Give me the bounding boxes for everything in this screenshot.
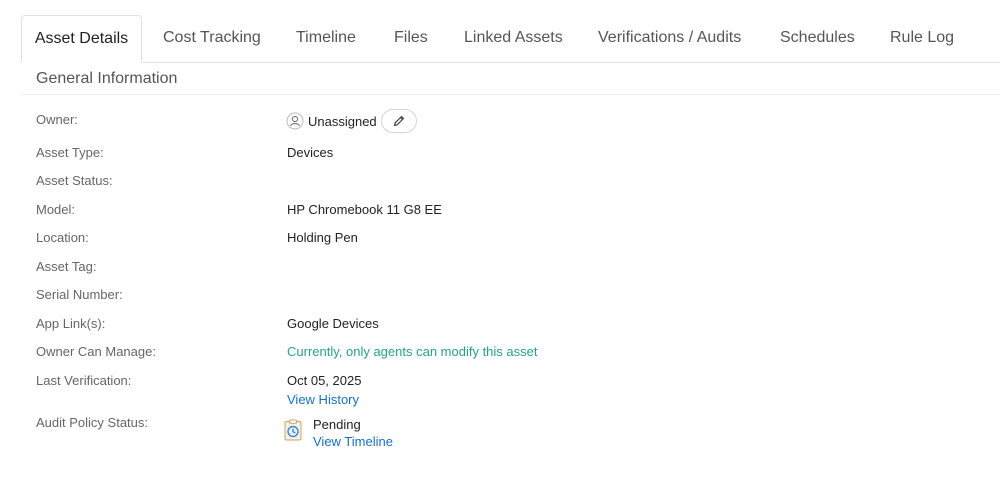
- clipboard-clock-icon: [284, 419, 302, 441]
- owner-value-group: Unassigned: [286, 109, 417, 133]
- audit-policy-status-label: Audit Policy Status:: [36, 415, 148, 430]
- pencil-icon: [392, 114, 406, 128]
- owner-value: Unassigned: [308, 113, 377, 129]
- section-title: General Information: [36, 70, 178, 87]
- view-timeline-link[interactable]: View Timeline: [313, 434, 393, 449]
- model-label: Model:: [36, 202, 76, 217]
- last-verification-label: Last Verification:: [36, 373, 132, 388]
- tab-schedules[interactable]: Schedules: [780, 15, 855, 61]
- tab-bar: Asset Details Cost Tracking Timeline Fil…: [20, 15, 1000, 63]
- view-history-link[interactable]: View History: [287, 392, 359, 407]
- owner-label: Owner:: [36, 112, 78, 127]
- last-verification-value: Oct 05, 2025: [287, 373, 362, 388]
- asset-type-label: Asset Type:: [36, 145, 104, 160]
- tab-rule-log[interactable]: Rule Log: [890, 15, 954, 61]
- tab-verifications-audits[interactable]: Verifications / Audits: [598, 15, 741, 61]
- tab-asset-details[interactable]: Asset Details: [21, 15, 142, 63]
- location-label: Location:: [36, 230, 89, 245]
- audit-policy-status-value: Pending: [313, 417, 361, 432]
- section-divider: [22, 94, 1000, 95]
- tab-linked-assets[interactable]: Linked Assets: [464, 15, 563, 61]
- tab-timeline[interactable]: Timeline: [296, 15, 356, 61]
- model-value: HP Chromebook 11 G8 EE: [287, 202, 442, 217]
- location-value: Holding Pen: [287, 230, 358, 245]
- user-icon: [286, 112, 304, 130]
- asset-tag-label: Asset Tag:: [36, 259, 97, 274]
- serial-number-label: Serial Number:: [36, 287, 123, 302]
- tab-files[interactable]: Files: [394, 15, 428, 61]
- owner-can-manage-value: Currently, only agents can modify this a…: [287, 344, 538, 359]
- app-links-label: App Link(s):: [36, 316, 106, 331]
- asset-type-value: Devices: [287, 145, 334, 160]
- asset-status-label: Asset Status:: [36, 173, 113, 188]
- app-links-value: Google Devices: [287, 316, 379, 331]
- owner-can-manage-label: Owner Can Manage:: [36, 344, 156, 359]
- edit-owner-button[interactable]: [380, 109, 417, 133]
- tab-cost-tracking[interactable]: Cost Tracking: [163, 15, 261, 61]
